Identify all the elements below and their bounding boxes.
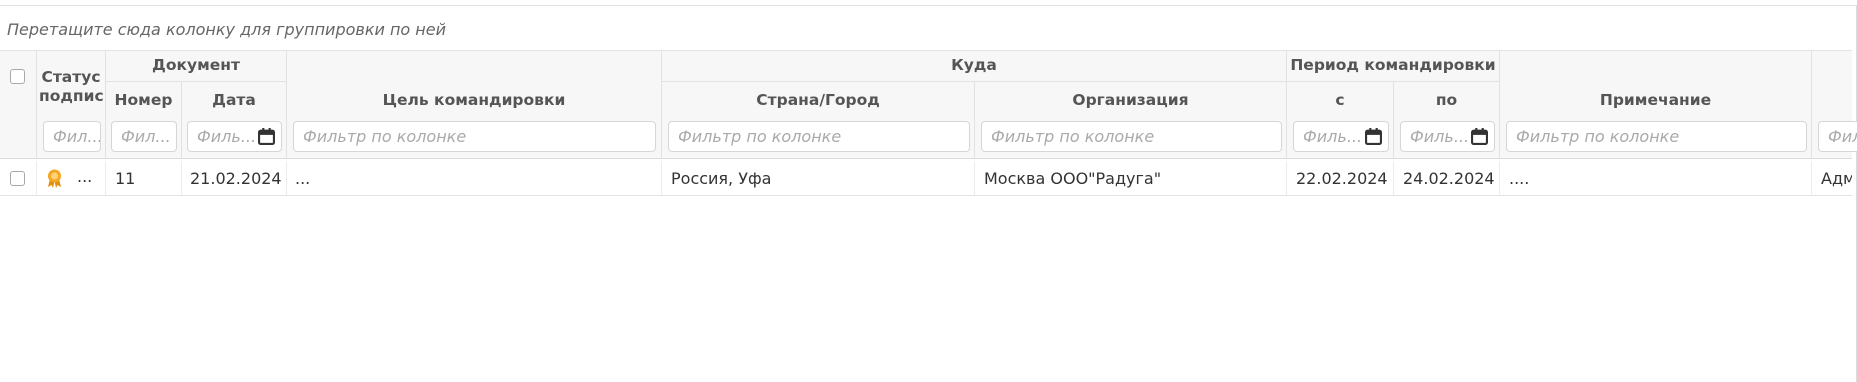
filter-to-placeholder: Филь... — [1410, 127, 1470, 146]
row-number: 11 — [115, 169, 136, 188]
calendar-icon[interactable] — [1471, 128, 1488, 145]
row-organization-cell: Москва ООО"Радуга" — [975, 161, 1287, 195]
row-organization: Москва ООО"Радуга" — [984, 169, 1162, 188]
row-status-cell: ... — [37, 161, 106, 195]
row-date: 21.02.2024 — [190, 169, 282, 188]
row-note-cell: .... — [1500, 161, 1812, 195]
group-panel-hint: Перетащите сюда колонку для группировки … — [7, 20, 446, 39]
row-date-cell: 21.02.2024 — [182, 161, 287, 195]
row-note: .... — [1509, 169, 1530, 188]
filter-organization[interactable]: Фильтр по колонке — [981, 121, 1282, 152]
certificate-icon[interactable] — [46, 169, 63, 188]
row-number-cell: 11 — [106, 161, 182, 195]
group-panel[interactable]: Перетащите сюда колонку для группировки … — [0, 6, 1852, 51]
header-organization-label: Организация — [1072, 91, 1189, 109]
header-group-destination-label: Куда — [951, 56, 997, 74]
header-note-label: Примечание — [1599, 91, 1712, 109]
filter-from[interactable]: Филь... — [1293, 121, 1389, 152]
data-grid: Перетащите сюда колонку для группировки … — [0, 5, 1857, 382]
header-group-period: Период командировки — [1287, 51, 1500, 81]
header-number-label: Номер — [114, 91, 173, 109]
filter-purpose[interactable]: Фильтр по колонке — [293, 121, 656, 152]
header-select-column — [0, 51, 37, 158]
header-purpose-label: Цель командировки — [382, 91, 566, 109]
row-select-cell — [0, 161, 37, 195]
header-status-label: Статус подпис. — [39, 68, 105, 105]
row-to: 24.02.2024 — [1403, 169, 1495, 188]
row-country-city: Россия, Уфа — [671, 169, 772, 188]
row-from: 22.02.2024 — [1296, 169, 1388, 188]
header-to-label: по — [1435, 91, 1458, 109]
row-from-cell: 22.02.2024 — [1287, 161, 1394, 195]
header-group-document: Документ — [106, 51, 287, 81]
select-all-checkbox[interactable] — [10, 69, 25, 84]
row-status-extra[interactable]: ... — [77, 167, 92, 186]
header-group-document-label: Документ — [152, 56, 240, 74]
row-checkbox[interactable] — [10, 171, 25, 186]
header-date-label: Дата — [212, 91, 256, 109]
table-row[interactable]: ... 11 21.02.2024 ... Россия, Уфа Москва… — [0, 161, 1852, 196]
filter-country-city[interactable]: Фильтр по колонке — [668, 121, 970, 152]
row-to-cell: 24.02.2024 — [1394, 161, 1500, 195]
filter-date[interactable]: Филь... — [187, 121, 282, 152]
calendar-icon[interactable] — [258, 128, 275, 145]
header-country-city-label: Страна/Город — [756, 91, 880, 109]
header-group-destination: Куда — [662, 51, 1287, 81]
row-extra-cell: Адм — [1812, 161, 1852, 195]
filter-from-placeholder: Филь... — [1303, 127, 1363, 146]
row-country-city-cell: Россия, Уфа — [662, 161, 975, 195]
row-purpose-cell: ... — [287, 161, 662, 195]
filter-number[interactable]: Фил... — [111, 121, 177, 152]
header-from-label: с — [1335, 91, 1345, 109]
filter-to[interactable]: Филь... — [1400, 121, 1495, 152]
filter-status[interactable]: Фил... — [43, 121, 101, 152]
filter-note[interactable]: Фильтр по колонке — [1506, 121, 1807, 152]
row-extra: Адм — [1821, 169, 1852, 188]
header-group-period-label: Период командировки — [1290, 56, 1496, 74]
row-purpose: ... — [295, 169, 311, 188]
filter-extra[interactable]: Фил — [1818, 121, 1857, 152]
calendar-icon[interactable] — [1365, 128, 1382, 145]
filter-date-placeholder: Филь... — [197, 127, 257, 146]
